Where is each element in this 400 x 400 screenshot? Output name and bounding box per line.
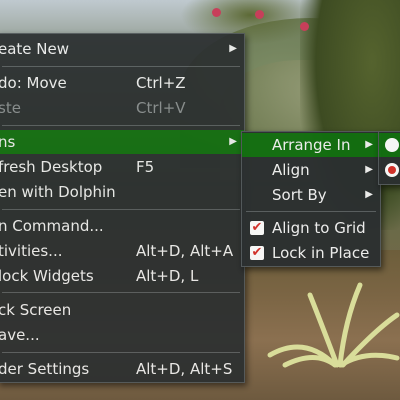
submenu-item-lock-in-place[interactable]: ✔ Lock in Place xyxy=(242,241,380,265)
wallpaper-flower xyxy=(212,8,221,17)
submenu-item-align-to-grid[interactable]: ✔ Align to Grid xyxy=(242,216,380,240)
icons-submenu: Arrange In ▶ Align ▶ Sort By ▶ ✔ Align t… xyxy=(241,131,381,267)
submenu-arrow-icon: ▶ xyxy=(229,136,237,147)
submenu-arrow-icon: ▶ xyxy=(365,139,373,150)
menu-item-undo[interactable]: do: Move Ctrl+Z xyxy=(0,71,244,95)
menu-item-paste[interactable]: ste Ctrl+V xyxy=(0,96,244,120)
menu-separator xyxy=(2,125,240,126)
submenu-arrow-icon: ▶ xyxy=(365,164,373,175)
submenu-item-arrange-in[interactable]: Arrange In ▶ xyxy=(242,133,380,157)
menu-separator xyxy=(2,352,240,353)
menu-item-unlock-widgets[interactable]: lock Widgets Alt+D, L xyxy=(0,264,244,288)
wallpaper-agave xyxy=(267,282,400,368)
wallpaper-flower xyxy=(255,10,264,19)
checkbox-checked-icon[interactable]: ✔ xyxy=(250,246,264,260)
menu-item-run-command[interactable]: n Command... xyxy=(0,214,244,238)
submenu-arrow-icon: ▶ xyxy=(229,43,237,54)
menu-item-open-with-dolphin[interactable]: en with Dolphin xyxy=(0,180,244,204)
submenu-arrow-icon: ▶ xyxy=(365,189,373,200)
radio-selected-icon[interactable] xyxy=(385,163,399,177)
menu-separator xyxy=(2,292,240,293)
submenu-option-columns[interactable] xyxy=(379,158,400,182)
wallpaper-flower xyxy=(300,22,309,31)
radio-unselected-icon[interactable] xyxy=(385,138,399,152)
menu-item-folder-settings[interactable]: der Settings Alt+D, Alt+S xyxy=(0,357,244,381)
submenu-item-sort-by[interactable]: Sort By ▶ xyxy=(242,183,380,207)
menu-separator xyxy=(246,211,376,212)
menu-item-lock-screen[interactable]: ck Screen xyxy=(0,298,244,322)
menu-item-refresh-desktop[interactable]: fresh Desktop F5 xyxy=(0,155,244,179)
menu-item-create-new[interactable]: eate New ▶ xyxy=(0,37,244,61)
menu-separator xyxy=(2,209,240,210)
menu-separator xyxy=(2,66,240,67)
menu-item-icons[interactable]: ns ▶ xyxy=(0,130,244,154)
submenu-option-rows[interactable] xyxy=(379,133,400,157)
desktop-context-menu: eate New ▶ do: Move Ctrl+Z ste Ctrl+V ns… xyxy=(0,33,245,383)
arrange-in-submenu xyxy=(378,131,400,185)
menu-item-leave[interactable]: ave... xyxy=(0,323,244,347)
menu-item-activities[interactable]: tivities... Alt+D, Alt+A xyxy=(0,239,244,263)
submenu-item-align[interactable]: Align ▶ xyxy=(242,158,380,182)
checkbox-checked-icon[interactable]: ✔ xyxy=(250,221,264,235)
